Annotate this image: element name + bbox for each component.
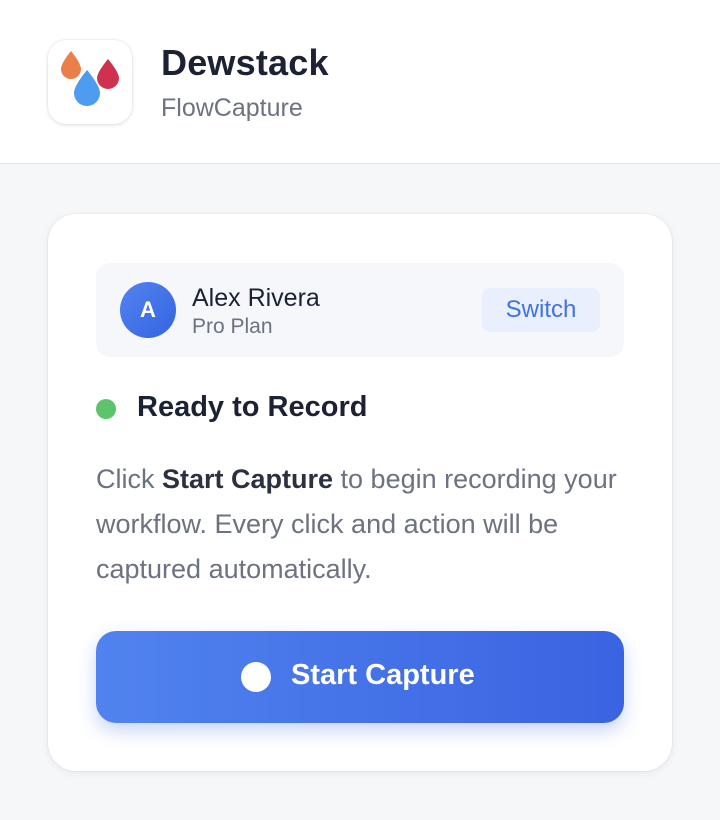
start-capture-button[interactable]: Start Capture (96, 631, 624, 723)
app-logo (48, 40, 132, 124)
instructions-text: Click Start Capture to begin recording y… (96, 457, 636, 592)
capture-card: A Alex Rivera Pro Plan Switch Ready to R… (48, 214, 672, 771)
start-capture-label: Start Capture (291, 659, 475, 691)
user-plan: Pro Plan (192, 315, 273, 338)
product-name: FlowCapture (161, 94, 303, 122)
status-text: Ready to Record (137, 391, 368, 423)
status-indicator-icon (96, 399, 116, 419)
instructions-emphasis: Start Capture (162, 464, 334, 494)
app-header: Dewstack FlowCapture (0, 0, 720, 164)
water-drops-icon (61, 51, 119, 106)
user-name: Alex Rivera (192, 284, 320, 312)
instructions-prefix: Click (96, 464, 162, 494)
brand-name: Dewstack (161, 42, 329, 83)
account-panel: A Alex Rivera Pro Plan Switch (96, 263, 624, 357)
avatar: A (120, 282, 176, 338)
record-dot-icon (241, 662, 271, 692)
switch-account-button[interactable]: Switch (482, 288, 600, 332)
